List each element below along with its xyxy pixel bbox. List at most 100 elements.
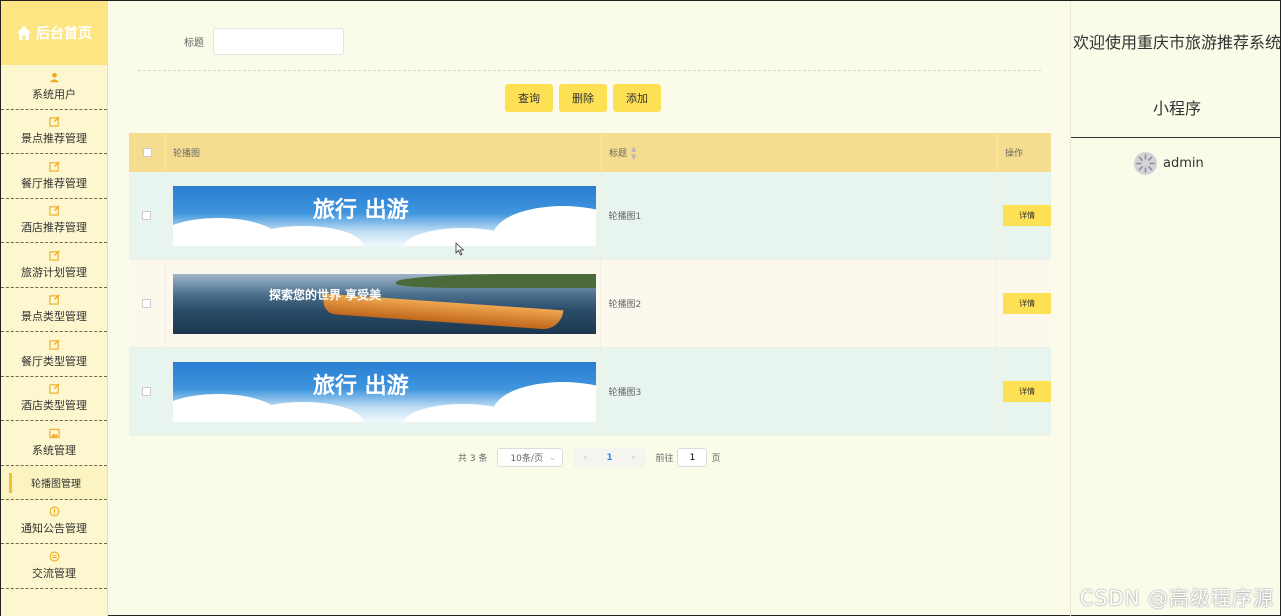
page-size-select[interactable]: 10条/页 ⌄ (497, 448, 564, 467)
banner-text: 探索您的世界 享受美 (268, 287, 382, 302)
page-size-value: 10条/页 (510, 454, 543, 464)
edit-icon (48, 205, 60, 216)
row-title: 轮播图3 (601, 348, 997, 435)
row-checkbox[interactable] (142, 211, 152, 220)
sidebar-item-attraction-type[interactable]: 景点类型管理 (1, 288, 107, 332)
sidebar-item-label: 餐厅推荐管理 (21, 176, 87, 190)
watermark: CSDN @高级程序源 (1079, 586, 1274, 610)
row-image-cell: 探索您的世界 享受美 (166, 260, 602, 347)
edit-icon (48, 294, 60, 305)
row-checkbox[interactable] (142, 299, 152, 308)
sidebar-item-label: 通知公告管理 (21, 522, 87, 536)
main-content: 标题 查询 删除 添加 轮播图 标题 ▲ ▼ 操作 旅行 出游 轮播图1 详情 … (109, 1, 1070, 616)
title-search-input[interactable] (213, 28, 344, 55)
goto-prefix: 前往 (655, 454, 674, 464)
sidebar-item-restaurant-type[interactable]: 餐厅类型管理 (1, 332, 107, 377)
header-panel: 欢迎使用重庆市旅游推荐系统 小程序 admin CSDN @高级程序源 (1070, 1, 1281, 616)
chevron-down-icon: ⌄ (548, 452, 557, 463)
detail-button[interactable]: 详情 (1003, 381, 1051, 402)
row-op: 详情 (997, 260, 1051, 347)
sidebar-item-hotel-type[interactable]: 酒店类型管理 (1, 377, 107, 421)
detail-button[interactable]: 详情 (1003, 205, 1051, 226)
edit-icon (48, 116, 60, 127)
sidebar-subitem-label: 轮播图管理 (31, 478, 81, 490)
row-title: 轮播图2 (601, 260, 997, 347)
row-checkbox-cell (129, 348, 166, 435)
username: admin (1163, 156, 1204, 171)
sidebar-item-label: 景点推荐管理 (21, 132, 87, 146)
table-row: 旅行 出游 轮播图3 详情 (129, 348, 1051, 436)
search-row: 标题 (184, 28, 344, 55)
table-row: 旅行 出游 轮播图1 详情 (129, 172, 1051, 260)
row-checkbox-cell (129, 260, 166, 347)
query-button[interactable]: 查询 (505, 84, 553, 112)
carousel-table: 轮播图 标题 ▲ ▼ 操作 旅行 出游 轮播图1 详情 探索您的世界 享受美 轮… (129, 133, 1051, 436)
select-all-checkbox[interactable] (142, 148, 152, 157)
sidebar-item-hotel-recommend[interactable]: 酒店推荐管理 (1, 199, 107, 243)
user-menu[interactable]: admin (1133, 151, 1204, 176)
sidebar-item-restaurant-recommend[interactable]: 餐厅推荐管理 (1, 154, 107, 199)
sidebar-item-system-management[interactable]: 系统管理 (1, 421, 107, 466)
table-row: 探索您的世界 享受美 轮播图2 详情 (129, 260, 1051, 348)
sidebar-item-label: 系统管理 (32, 443, 76, 457)
edit-icon (48, 250, 60, 261)
goto-page-input[interactable] (677, 448, 708, 467)
info-icon (49, 506, 59, 517)
edit-icon (48, 339, 60, 350)
avatar (1133, 151, 1158, 176)
edit-icon (48, 161, 60, 172)
detail-button[interactable]: 详情 (1003, 293, 1051, 314)
sidebar-item-label: 交流管理 (32, 566, 76, 580)
sidebar-item-label: 景点类型管理 (21, 310, 87, 324)
sidebar-item-travel-plan[interactable]: 旅游计划管理 (1, 243, 107, 288)
sidebar-item-label: 餐厅类型管理 (21, 354, 87, 368)
header-checkbox-cell (129, 133, 166, 172)
row-image-cell: 旅行 出游 (166, 348, 602, 435)
user-icon (49, 72, 59, 82)
active-indicator (9, 472, 12, 493)
goto-suffix: 页 (711, 454, 721, 464)
header-title-label: 标题 (609, 149, 628, 159)
row-op: 详情 (997, 348, 1051, 435)
pager-buttons: ‹ 1 › (573, 448, 646, 467)
row-checkbox-cell (129, 172, 166, 259)
header-image: 轮播图 (166, 133, 602, 172)
row-checkbox[interactable] (142, 387, 152, 396)
prev-page-button[interactable]: ‹ (573, 448, 597, 467)
sidebar-item-label: 系统用户 (32, 87, 76, 101)
sidebar-item-system-users[interactable]: 系统用户 (1, 65, 107, 110)
banner-image: 探索您的世界 享受美 (172, 273, 596, 334)
sidebar: 后台首页 系统用户 景点推荐管理 餐厅推荐管理 酒店推荐管理 旅游计划管理 景点… (1, 1, 108, 616)
sidebar-item-label: 旅游计划管理 (21, 265, 87, 279)
welcome-title: 欢迎使用重庆市旅游推荐系统 (1072, 33, 1281, 52)
delete-button[interactable]: 删除 (559, 84, 607, 112)
welcome-subtitle: 小程序 (1152, 99, 1201, 118)
pagination: 共 3 条 10条/页 ⌄ ‹ 1 › 前往 页 (458, 448, 720, 467)
page-number-button[interactable]: 1 (597, 448, 621, 467)
sidebar-home-label: 后台首页 (36, 26, 92, 42)
divider (1071, 137, 1281, 138)
sidebar-home[interactable]: 后台首页 (1, 1, 107, 65)
chat-icon (49, 551, 59, 562)
next-page-button[interactable]: › (621, 448, 645, 467)
header-title[interactable]: 标题 ▲ ▼ (602, 133, 998, 172)
banner-image: 旅行 出游 (172, 185, 596, 246)
banner-text: 旅行 出游 (312, 196, 409, 223)
banner-text: 旅行 出游 (312, 372, 409, 399)
banner-image: 旅行 出游 (172, 361, 596, 422)
sidebar-item-label: 酒店推荐管理 (21, 221, 87, 235)
row-title: 轮播图1 (601, 172, 997, 259)
sidebar-item-attraction-recommend[interactable]: 景点推荐管理 (1, 110, 107, 154)
table-header: 轮播图 标题 ▲ ▼ 操作 (129, 133, 1051, 172)
header-op: 操作 (1005, 149, 1024, 159)
sidebar-item-label: 酒店类型管理 (21, 399, 87, 413)
sidebar-item-notice[interactable]: 通知公告管理 (1, 500, 107, 544)
sidebar-subitem-carousel[interactable]: 轮播图管理 (1, 465, 107, 500)
pager-total: 共 3 条 (458, 454, 488, 464)
row-image-cell: 旅行 出游 (166, 172, 602, 259)
divider (138, 70, 1041, 71)
sidebar-item-communication[interactable]: 交流管理 (1, 544, 107, 589)
add-button[interactable]: 添加 (613, 84, 661, 112)
sort-icon[interactable]: ▲ ▼ (631, 145, 636, 161)
image-icon (48, 428, 60, 438)
